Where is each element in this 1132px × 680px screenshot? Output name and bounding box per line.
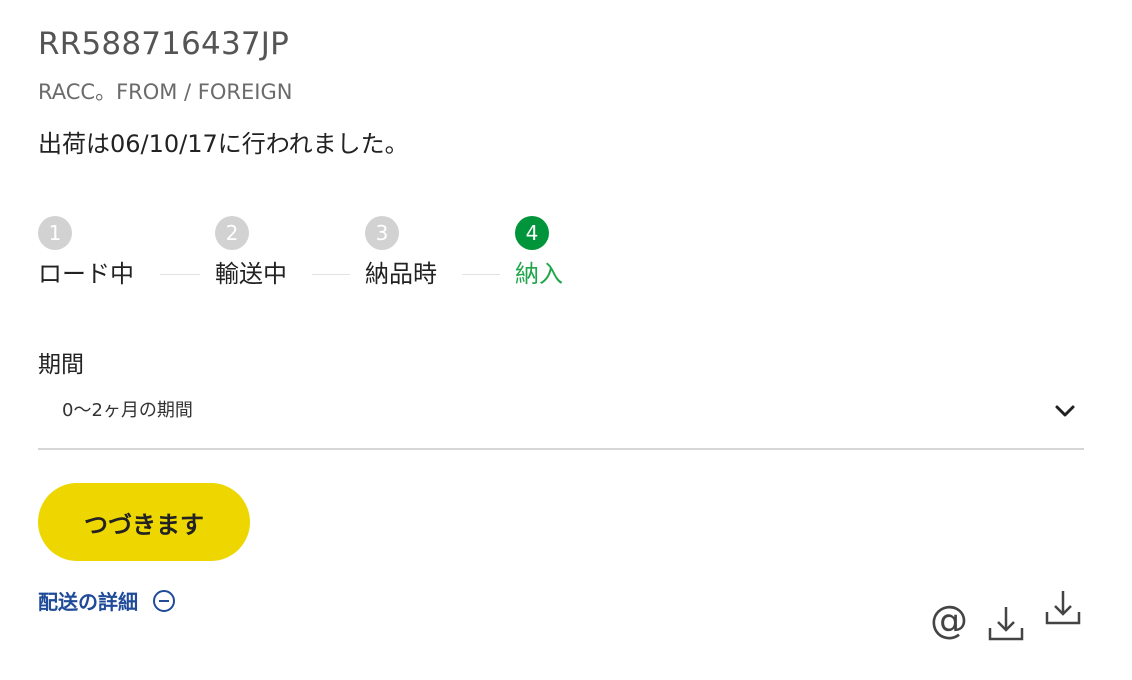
period-selected-value: 0〜2ヶ月の期間	[62, 400, 193, 421]
step-3-number: 3	[365, 216, 399, 250]
step-2-number: 2	[215, 216, 249, 250]
tracking-number: RR588716437JP	[38, 26, 290, 62]
step-4-number: 4	[515, 216, 549, 250]
download-icon[interactable]	[1044, 588, 1082, 626]
step-4: 4 納入	[515, 216, 563, 288]
continue-button[interactable]: つづきます	[38, 483, 250, 561]
step-2-label: 輸送中	[215, 260, 287, 288]
step-3: 3 納品時	[365, 216, 437, 288]
shipping-details-label: 配送の詳細	[38, 590, 138, 614]
chevron-down-icon	[1055, 405, 1075, 417]
step-4-label: 納入	[515, 260, 563, 288]
status-message: 出荷は06/10/17に行われました。	[38, 130, 409, 158]
shipping-details-toggle[interactable]: 配送の詳細	[38, 586, 176, 615]
step-1: 1 ロード中	[38, 216, 134, 288]
progress-steps: 1 ロード中 2 輸送中 3 納品時 4 納入	[38, 216, 598, 288]
minus-circle-icon	[153, 589, 175, 612]
step-1-label: ロード中	[38, 260, 134, 288]
step-connector	[312, 274, 350, 275]
service-type: RACC。FROM / FOREIGN	[38, 80, 293, 104]
email-at-icon[interactable]: @	[930, 600, 968, 640]
step-connector	[462, 274, 500, 275]
step-2: 2 輸送中	[215, 216, 287, 288]
period-select[interactable]: 0〜2ヶ月の期間	[38, 388, 1084, 450]
step-3-label: 納品時	[365, 260, 437, 288]
period-label: 期間	[38, 352, 84, 378]
step-1-number: 1	[38, 216, 72, 250]
step-connector	[160, 274, 200, 275]
download-icon[interactable]	[987, 604, 1025, 642]
